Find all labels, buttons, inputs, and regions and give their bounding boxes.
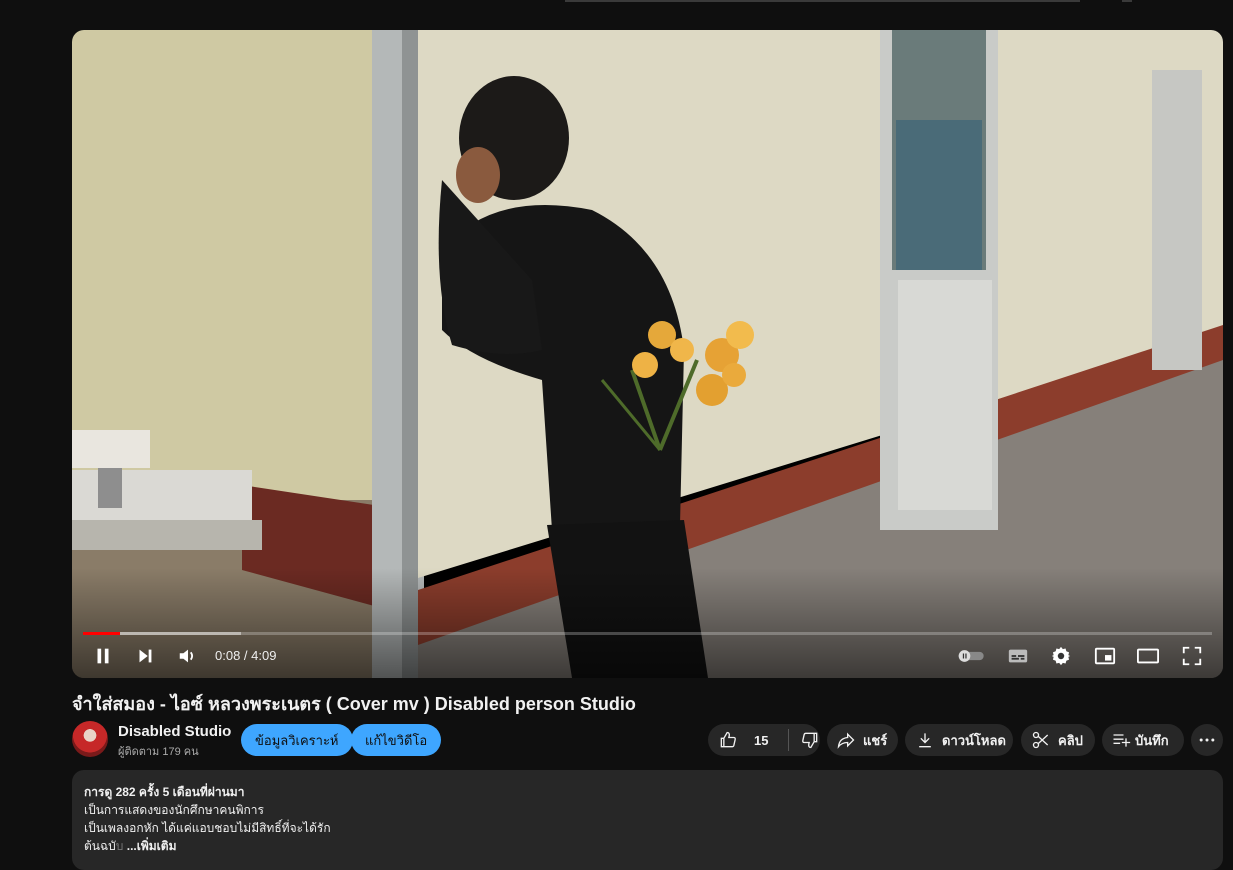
time-display: 0:08 / 4:09	[215, 648, 276, 663]
settings-button[interactable]	[1044, 641, 1078, 671]
miniplayer-button[interactable]	[1088, 641, 1122, 671]
download-icon	[919, 733, 931, 748]
miniplayer-icon	[1094, 647, 1116, 665]
save-button[interactable]: บันทึก	[1102, 724, 1184, 756]
download-button[interactable]: ดาวน์โหลด	[905, 724, 1013, 756]
distant-door	[1152, 70, 1202, 370]
pause-icon	[97, 648, 109, 664]
share-icon	[837, 732, 855, 749]
autoplay-toggle-icon	[958, 650, 984, 662]
subtitles-icon	[1008, 649, 1028, 663]
fullscreen-icon	[1182, 646, 1202, 666]
scissors-icon	[1032, 731, 1049, 749]
dislike-button[interactable]	[789, 730, 820, 750]
time-current: 0:08	[215, 648, 241, 663]
download-label: ดาวน์โหลด	[942, 732, 1006, 748]
more-horizontal-icon	[1199, 738, 1215, 742]
description-line: เป็นเพลงอกหัก ได้แค่แอบชอบไม่มีสิทธิ์ที่…	[84, 821, 331, 835]
description-box[interactable]: การดู 282 ครั้ง 5 เดือนที่ผ่านมา เป็นการ…	[72, 770, 1223, 870]
edit-video-button[interactable]: แก้ไขวิดีโอ	[351, 724, 442, 756]
playlist-add-icon	[1113, 734, 1131, 747]
gear-icon	[1051, 646, 1071, 666]
bed-frame	[72, 520, 262, 550]
channel-name[interactable]: Disabled Studio	[118, 723, 231, 740]
skip-next-icon	[139, 649, 152, 663]
time-separator: /	[240, 648, 252, 663]
progress-played	[83, 632, 121, 635]
save-label: บันทึก	[1135, 732, 1169, 748]
analytics-button[interactable]: ข้อมูลวิเคราะห์	[241, 724, 353, 756]
subtitles-button[interactable]	[1001, 641, 1035, 671]
thumbs-up-icon	[720, 731, 736, 748]
description-stats: การดู 282 ครั้ง 5 เดือนที่ผ่านมา	[84, 783, 1211, 801]
person-face	[456, 147, 500, 203]
next-button[interactable]	[128, 641, 162, 671]
show-more-link[interactable]: ...เพิ่มเติม	[127, 839, 177, 853]
subscriber-count: ผู้ติดตาม 179 คน	[118, 746, 199, 758]
mute-button[interactable]	[171, 641, 205, 671]
share-label: แชร์	[863, 732, 888, 748]
thumbs-down-icon	[802, 732, 818, 749]
fullscreen-button[interactable]	[1175, 641, 1209, 671]
pillow	[72, 430, 150, 468]
top-search-bar-edge	[565, 0, 1080, 2]
like-count: 15	[754, 732, 769, 748]
time-total: 4:09	[251, 648, 277, 663]
description-line: เป็นการแสดงของนักศึกษาคนพิการ	[84, 803, 264, 817]
more-actions-button[interactable]	[1191, 724, 1223, 756]
video-player[interactable]: 0:08 / 4:09	[72, 30, 1223, 678]
description-truncated-text: ต้นฉบั	[84, 839, 116, 853]
far-door-panel	[898, 280, 992, 510]
theater-icon	[1137, 648, 1159, 664]
view-stats: การดู 282 ครั้ง 5 เดือนที่ผ่านมา	[84, 785, 245, 799]
room-wall	[72, 30, 402, 500]
progress-bar[interactable]	[83, 632, 1212, 635]
theater-mode-button[interactable]	[1131, 641, 1165, 671]
description-faded-text: บ	[115, 839, 127, 853]
top-bar-edge	[1122, 0, 1132, 2]
description-line: ต้นฉบับ ...เพิ่มเติม	[84, 837, 1211, 855]
autoplay-toggle[interactable]	[955, 641, 989, 671]
pause-button[interactable]	[86, 641, 120, 671]
like-button[interactable]: 15	[708, 730, 788, 750]
clip-label: คลิป	[1058, 732, 1083, 748]
video-title: จำใส่สมอง - ไอซ์ หลวงพระเนตร ( Cover mv …	[72, 694, 636, 714]
clip-button[interactable]: คลิป	[1021, 724, 1095, 756]
far-door-window-inner	[896, 120, 982, 270]
channel-avatar[interactable]	[72, 721, 108, 757]
volume-icon	[179, 649, 194, 663]
share-button[interactable]: แชร์	[827, 724, 898, 756]
like-dislike-group: 15	[708, 724, 820, 756]
